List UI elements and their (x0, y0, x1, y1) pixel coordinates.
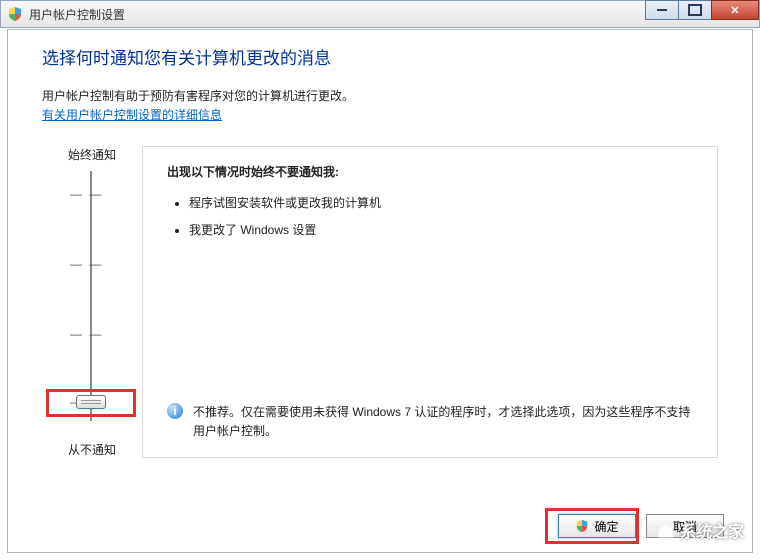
slider-track (90, 171, 92, 421)
cancel-label: 取消 (673, 518, 697, 535)
info-bullets: 程序试图安装软件或更改我的计算机 我更改了 Windows 设置 (167, 194, 697, 248)
slider-bottom-label: 从不通知 (42, 441, 142, 458)
info-icon: i (167, 403, 183, 419)
slider-tick: — — (70, 187, 103, 201)
uac-shield-icon (7, 6, 23, 22)
slider-tick: — — (70, 257, 103, 271)
title-bar: 用户帐户控制设置 (0, 0, 760, 28)
highlight-box-ok (545, 508, 639, 544)
slider-top-label: 始终通知 (42, 146, 142, 163)
window-body: 选择何时通知您有关计算机更改的消息 用户帐户控制有助于预防有害程序对您的计算机进… (7, 29, 753, 553)
slider-tick: — — (70, 327, 103, 341)
cancel-button[interactable]: 取消 (646, 514, 724, 538)
notification-level-slider[interactable]: — — — — — — — — (42, 171, 142, 431)
help-link[interactable]: 有关用户帐户控制设置的详细信息 (42, 108, 222, 122)
maximize-button[interactable] (678, 0, 712, 20)
slider-column: 始终通知 — — — — — — — — 从不通知 (42, 146, 142, 458)
page-description: 用户帐户控制有助于预防有害程序对您的计算机进行更改。 (42, 87, 718, 104)
warning-row: i 不推荐。仅在需要使用未获得 Windows 7 认证的程序时，才选择此选项，… (167, 403, 697, 441)
warning-text: 不推荐。仅在需要使用未获得 Windows 7 认证的程序时，才选择此选项，因为… (193, 403, 697, 441)
info-bullet-item: 程序试图安装软件或更改我的计算机 (189, 194, 697, 211)
info-panel-title: 出现以下情况时始终不要通知我: (167, 163, 697, 180)
page-heading: 选择何时通知您有关计算机更改的消息 (42, 44, 718, 69)
close-button[interactable] (711, 0, 759, 20)
minimize-button[interactable] (645, 0, 679, 20)
window-controls (646, 0, 759, 20)
info-panel: 出现以下情况时始终不要通知我: 程序试图安装软件或更改我的计算机 我更改了 Wi… (142, 146, 718, 458)
highlight-box-slider (46, 389, 136, 417)
info-bullet-item: 我更改了 Windows 设置 (189, 221, 697, 238)
